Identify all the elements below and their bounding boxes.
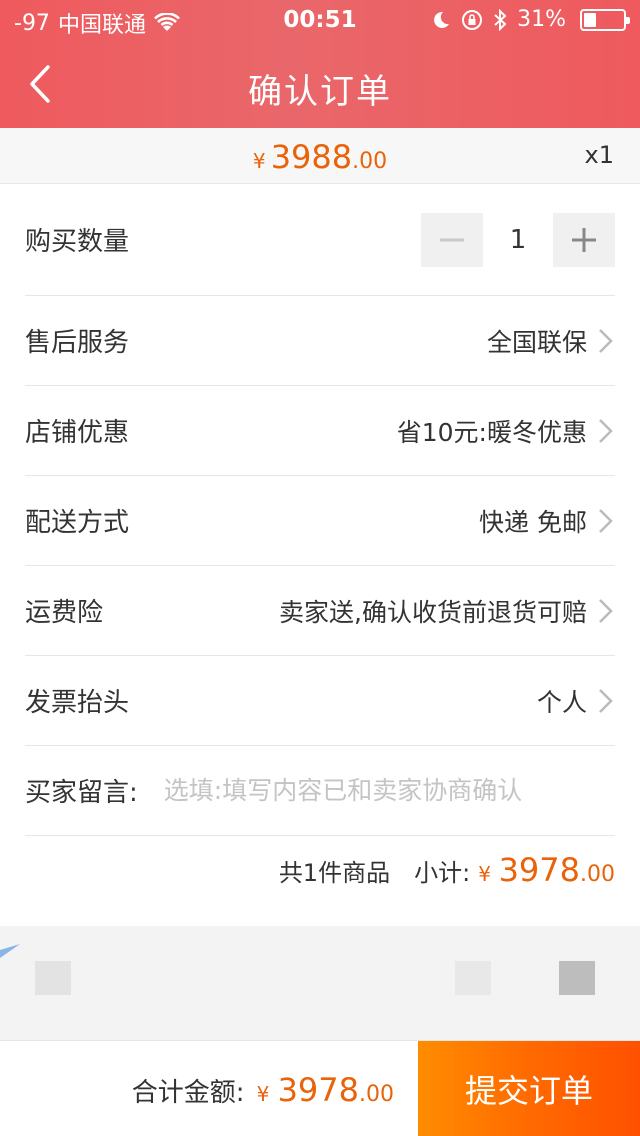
status-bar: -97 中国联通 00:51 31%: [0, 0, 640, 40]
total-currency: ¥: [256, 1082, 270, 1106]
subtotal-currency: ¥: [478, 862, 491, 886]
total-integer: 3978: [277, 1071, 359, 1109]
header: -97 中国联通 00:51 31% 确认订单: [0, 0, 640, 128]
page-title: 确认订单: [248, 72, 392, 112]
invoice-row[interactable]: 发票抬头 个人: [25, 656, 615, 746]
store-discount-value-wrap: 省10元:暖冬优惠: [397, 413, 615, 449]
order-form: 购买数量 1 售后服务 全国联保 店铺优惠 省10元:暖冬优惠 配送方式 快递 …: [0, 184, 640, 926]
subtotal-amount: ¥ 3978.00: [478, 851, 615, 889]
after-sales-row[interactable]: 售后服务 全国联保: [25, 296, 615, 386]
nav-bar: 确认订单: [0, 40, 640, 128]
rotation-lock-icon: [462, 9, 483, 30]
store-discount-row[interactable]: 店铺优惠 省10元:暖冬优惠: [25, 386, 615, 476]
moon-icon: [434, 11, 450, 28]
invoice-value-wrap: 个人: [537, 683, 615, 719]
product-price-strip: ¥ 3988.00 x1: [0, 128, 640, 184]
after-sales-value-wrap: 全国联保: [487, 323, 615, 359]
message-label: 买家留言:: [25, 778, 138, 808]
increment-button[interactable]: [553, 212, 615, 267]
chevron-right-icon: [599, 688, 613, 713]
subtotal-integer: 3978: [498, 851, 580, 889]
bluetooth-icon: [494, 8, 507, 31]
subtotal-decimal: .00: [580, 862, 615, 887]
battery-fill: [584, 12, 596, 27]
corner-decoration: [0, 944, 20, 958]
message-row: 买家留言:: [25, 746, 615, 836]
shipping-insurance-label: 运费险: [25, 598, 104, 628]
chevron-right-icon: [599, 328, 613, 353]
decrement-button[interactable]: [421, 212, 483, 267]
invoice-label: 发票抬头: [25, 688, 130, 718]
delivery-label: 配送方式: [25, 508, 130, 538]
buyer-message-input[interactable]: [163, 776, 615, 805]
quantity-stepper: 1: [421, 212, 615, 267]
checkout-bar: 合计金额: ¥ 3978.00 提交订单: [0, 1040, 640, 1136]
chevron-right-icon: [599, 598, 613, 623]
after-sales-label: 售后服务: [25, 328, 130, 358]
placeholder-tile: [35, 961, 71, 995]
after-sales-value: 全国联保: [486, 327, 587, 357]
minus-icon: [440, 238, 464, 241]
placeholder-tile: [455, 961, 491, 995]
battery-icon: [580, 8, 630, 31]
subtotal-label: 小计:: [414, 858, 471, 887]
total-label: 合计金额:: [131, 1078, 245, 1108]
delivery-value: 快递 免邮: [479, 507, 587, 537]
quantity-row: 购买数量 1: [25, 184, 615, 296]
chevron-right-icon: [599, 418, 613, 443]
store-discount-label: 店铺优惠: [25, 418, 130, 448]
invoice-value: 个人: [536, 687, 587, 717]
shipping-insurance-value: 卖家送,确认收货前退货可赔: [279, 597, 587, 627]
plus-icon: [572, 227, 596, 252]
order-confirm-screen: -97 中国联通 00:51 31% 确认订单 ¥ 3988.00 x1 购买数…: [0, 0, 640, 1136]
shipping-insurance-value-wrap: 卖家送,确认收货前退货可赔: [279, 593, 615, 629]
submit-order-button[interactable]: 提交订单: [418, 1041, 640, 1136]
chevron-right-icon: [599, 508, 613, 533]
placeholder-tile: [559, 961, 595, 995]
subtotal-line: 共1件商品 小计: ¥ 3978.00: [279, 840, 615, 900]
delivery-value-wrap: 快递 免邮: [479, 503, 615, 539]
store-discount-value: 省10元:暖冬优惠: [396, 417, 587, 447]
total-decimal: .00: [359, 1082, 394, 1107]
shipping-insurance-row[interactable]: 运费险 卖家送,确认收货前退货可赔: [25, 566, 615, 656]
quantity-value[interactable]: 1: [483, 225, 553, 255]
total-amount-line: 合计金额: ¥ 3978.00: [132, 1071, 394, 1109]
quantity-badge: x1: [584, 141, 614, 169]
battery-percent: 31%: [517, 7, 566, 32]
delivery-row[interactable]: 配送方式 快递 免邮: [25, 476, 615, 566]
total-amount: ¥ 3978.00: [257, 1071, 394, 1109]
price-integer: 3988: [270, 138, 353, 176]
item-count: 共1件商品: [278, 858, 391, 887]
price-currency: ¥: [252, 149, 266, 173]
product-price: ¥ 3988.00: [0, 138, 640, 176]
price-decimal: .00: [352, 149, 388, 174]
quantity-label: 购买数量: [25, 227, 130, 257]
status-right: 31%: [431, 7, 630, 32]
